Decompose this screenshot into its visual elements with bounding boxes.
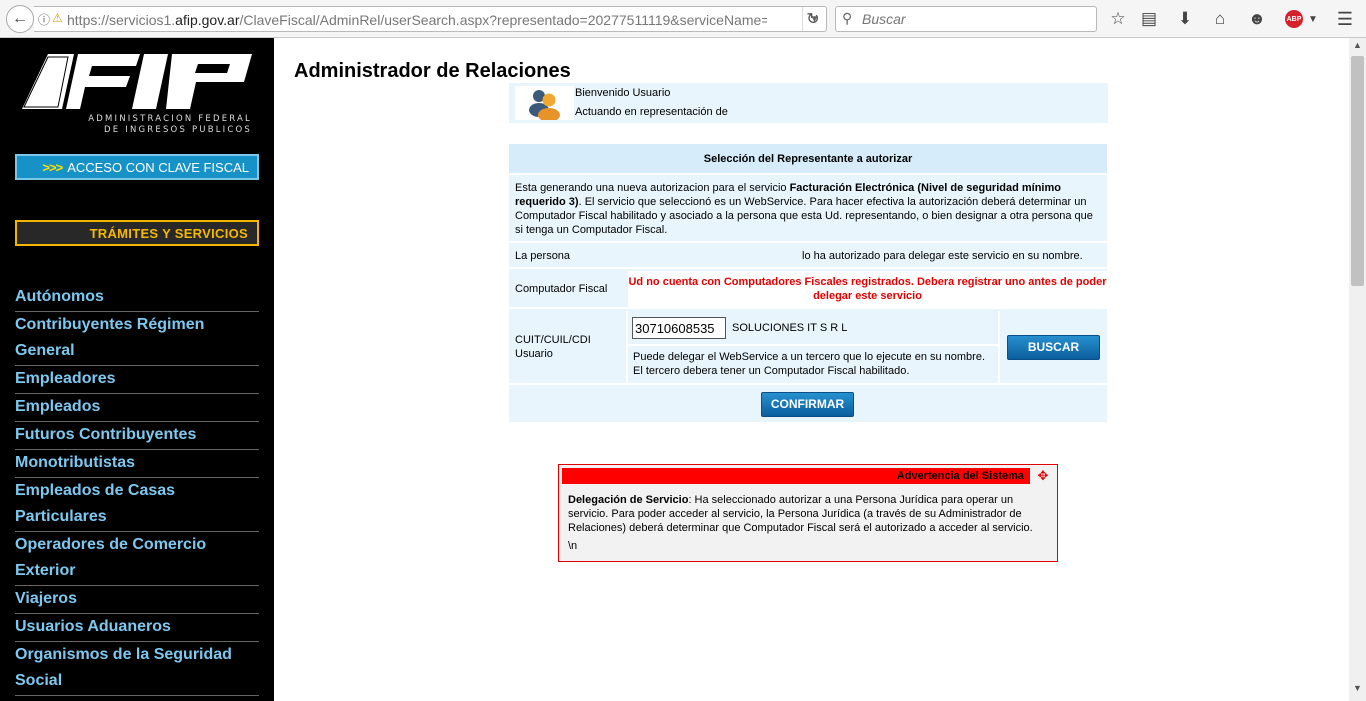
persona-row: La persona lo ha autorizado para delegar… [509,245,1107,269]
sidebar-item-empleados-casas-particulares[interactable]: Empleados de Casas Particulares [15,478,259,532]
tramites-button[interactable]: TRÁMITES Y SERVICIOS [15,220,259,246]
search-icon: ⚲ [842,10,853,26]
url-text[interactable]: https://servicios1.afip.gov.ar/ClaveFisc… [67,12,767,28]
move-icon[interactable]: ✥ [1035,468,1051,484]
info-icon[interactable]: ⓘ [38,11,50,28]
sidebar-item-futuros-contribuyentes[interactable]: Futuros Contribuyentes [15,422,259,450]
clave-fiscal-button[interactable]: >>> ACCESO CON CLAVE FISCAL [15,154,259,180]
cuit-company-name: SOLUCIONES IT S R L [732,322,848,334]
scroll-up-icon[interactable]: ▲ [1349,40,1366,54]
logo-subtitle-line2: DE INGRESOS PUBLICOS [104,125,252,135]
sidebar-item-usuarios-aduaneros[interactable]: Usuarios Aduaneros [15,614,259,642]
computador-error: Ud no cuenta con Computadores Fiscales r… [626,271,1107,307]
system-warning-box: Advertencia del Sistema ✥ Delegación de … [558,464,1058,562]
persona-label: La persona [515,250,571,262]
adblock-icon[interactable]: ABP [1285,10,1303,28]
warning-trailing-text: \n [568,540,578,552]
home-icon[interactable]: ⌂ [1209,8,1231,30]
sidebar-item-contribuyentes-regimen-general[interactable]: Contribuyentes Régimen General [15,312,259,366]
chat-icon[interactable]: ☻ [1246,8,1268,30]
confirm-row: CONFIRMAR [509,387,1107,422]
warning-header: Advertencia del Sistema [562,468,1030,484]
warning-body: Delegación de Servicio: Ha seleccionado … [568,493,1048,535]
representative-form: Selección del Representante a autorizar … [509,144,1107,422]
search-bar[interactable]: ⚲ [835,6,1097,32]
back-icon[interactable]: ← [6,5,34,33]
form-description: Esta generando una nueva autorizacion pa… [509,177,1107,243]
browser-toolbar: ← ⓘ ⚠ https://servicios1.afip.gov.ar/Cla… [0,0,1366,38]
persona-text: lo ha autorizado para delegar este servi… [802,250,1083,262]
computador-row: Computador Fiscal Ud no cuenta con Compu… [509,271,1107,309]
cuit-row: CUIT/CUIL/CDI Usuario SOLUCIONES IT S R … [509,311,1107,385]
vertical-scrollbar[interactable]: ▲ ▼ [1349,38,1366,701]
buscar-button[interactable]: BUSCAR [1007,335,1100,360]
welcome-panel: Bienvenido Usuario Actuando en represent… [509,83,1108,123]
lock-warning-icon[interactable]: ⚠ [52,11,63,28]
desc-suffix: . El servicio que seleccionó es un WebSe… [515,196,1093,236]
adblock-menu-chevron-icon[interactable]: ▼ [1302,8,1324,30]
cuit-input[interactable] [632,317,726,339]
representation-text: Actuando en representación de [575,106,728,118]
scroll-thumb[interactable] [1351,56,1364,286]
reading-list-icon[interactable]: ▤ [1138,8,1160,30]
download-icon[interactable]: ⬇ [1174,8,1196,30]
sidebar-item-empleados[interactable]: Empleados [15,394,259,422]
reload-icon[interactable]: ↻ [799,6,827,32]
logo-subtitle: ADMINISTRACION FEDERAL DE INGRESOS PUBLI… [40,114,252,136]
menu-icon[interactable]: ☰ [1334,8,1356,30]
warning-body-title: Delegación de Servicio [568,494,689,506]
cuit-help-text: Puede delegar el WebService a un tercero… [633,351,986,377]
clave-fiscal-label: ACCESO CON CLAVE FISCAL [67,159,249,175]
cuit-label: CUIT/CUIL/CDI Usuario [515,334,591,360]
sidebar-item-empleadores[interactable]: Empleadores [15,366,259,394]
sidebar-item-operadores-comercio-exterior[interactable]: Operadores de Comercio Exterior [15,532,259,586]
divider [628,344,1000,346]
desc-prefix: Esta generando una nueva autorizacion pa… [515,182,790,194]
arrows-icon: >>> [42,159,63,175]
cuit-field-cell: SOLUCIONES IT S R L Puede delegar el Web… [626,311,1000,383]
url-bar[interactable]: ⓘ ⚠ https://servicios1.afip.gov.ar/Clave… [34,6,827,32]
users-avatar-icon [515,86,574,122]
scroll-down-icon[interactable]: ▼ [1349,683,1366,697]
search-input[interactable] [862,10,1092,28]
sidebar-item-viajeros[interactable]: Viajeros [15,586,259,614]
bookmark-star-icon[interactable]: ☆ [1107,8,1129,30]
sidebar-item-autonomos[interactable]: Autónomos [15,284,259,312]
sidebar-item-monotributistas[interactable]: Monotributistas [15,450,259,478]
sidebar: ADMINISTRACION FEDERAL DE INGRESOS PUBLI… [0,38,274,701]
form-title: Selección del Representante a autorizar [509,144,1107,175]
tramites-label: TRÁMITES Y SERVICIOS [89,225,248,241]
sidebar-item-organismos-seguridad-social[interactable]: Organismos de la Seguridad Social [15,642,259,696]
sidebar-menu: Autónomos Contribuyentes Régimen General… [15,284,259,696]
welcome-text: Bienvenido Usuario [575,87,671,99]
logo-subtitle-line1: ADMINISTRACION FEDERAL [88,114,252,124]
confirmar-button[interactable]: CONFIRMAR [761,392,854,417]
computador-label: Computador Fiscal [515,283,608,295]
page-title: Administrador de Relaciones [294,60,571,82]
